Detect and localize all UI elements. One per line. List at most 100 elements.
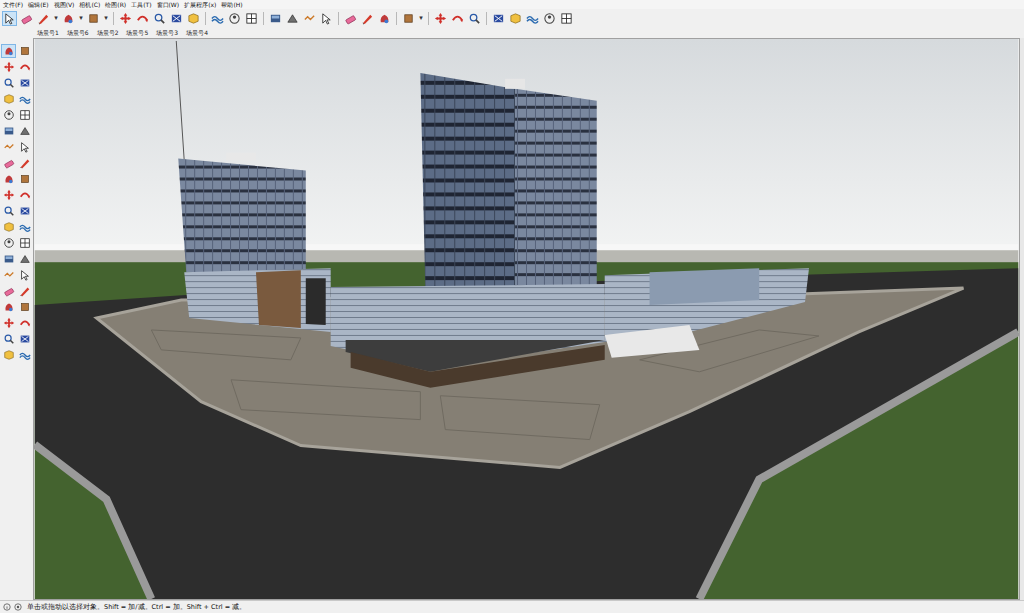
left-tool-button[interactable] — [1, 44, 16, 58]
toolbar-button[interactable] — [118, 11, 133, 26]
toolbar-button[interactable] — [268, 11, 283, 26]
toolbar-button[interactable] — [152, 11, 167, 26]
left-tool-button[interactable] — [1, 140, 16, 154]
model-view[interactable] — [34, 39, 1019, 599]
toolbar-button[interactable] — [491, 11, 506, 26]
toolbar-button[interactable] — [433, 11, 448, 26]
menu-item[interactable]: 文件(F) — [3, 2, 23, 8]
menu-item[interactable]: 视图(V) — [54, 2, 75, 8]
toolbar-button[interactable] — [169, 11, 184, 26]
left-tool-button[interactable] — [1, 300, 16, 314]
toolbar-button[interactable] — [508, 11, 523, 26]
left-tool-button[interactable] — [1, 220, 16, 234]
left-tool-button[interactable] — [1, 172, 16, 186]
left-tool-button[interactable] — [17, 348, 32, 362]
menu-item[interactable]: 帮助(H) — [221, 2, 242, 8]
toolbar-button[interactable] — [285, 11, 300, 26]
credit-icon[interactable] — [14, 603, 22, 611]
left-tool-button[interactable] — [17, 124, 32, 138]
toolbar-button[interactable] — [302, 11, 317, 26]
toolbar-button[interactable] — [210, 11, 225, 26]
toolbar-button[interactable] — [227, 11, 242, 26]
info-icon[interactable] — [3, 603, 11, 611]
toolbar-button[interactable] — [135, 11, 150, 26]
left-tool-button[interactable] — [1, 268, 16, 282]
left-tool-button[interactable] — [17, 252, 32, 266]
viewport[interactable] — [33, 38, 1020, 600]
toolbar-button[interactable] — [36, 11, 51, 26]
left-tool-button[interactable] — [17, 188, 32, 202]
toolbar-button[interactable] — [61, 11, 76, 26]
tool-icon — [3, 173, 15, 185]
left-tool-button[interactable] — [1, 348, 16, 362]
tool-icon — [19, 157, 31, 169]
toolbar-button[interactable] — [542, 11, 557, 26]
toolbar-button[interactable] — [360, 11, 375, 26]
scene-tab[interactable]: 场景号5 — [125, 30, 149, 36]
scene-tab[interactable]: 场景号6 — [66, 30, 90, 36]
scene-tab[interactable]: 场景号2 — [96, 30, 120, 36]
toolbar-button[interactable] — [2, 11, 17, 26]
left-tool-button[interactable] — [17, 204, 32, 218]
left-tool-button[interactable] — [17, 268, 32, 282]
left-tool-button[interactable] — [17, 156, 32, 170]
left-tool-button[interactable] — [1, 332, 16, 346]
left-tool-button[interactable] — [17, 172, 32, 186]
dropdown-arrow[interactable]: ▾ — [418, 15, 424, 22]
menu-item[interactable]: 扩展程序(x) — [184, 2, 216, 8]
left-tool-button[interactable] — [1, 76, 16, 90]
left-tool-button[interactable] — [17, 236, 32, 250]
left-tool-button[interactable] — [17, 300, 32, 314]
left-tool-button[interactable] — [1, 252, 16, 266]
left-tool-button[interactable] — [17, 220, 32, 234]
menu-bar: 文件(F) 编辑(E) 视图(V) 相机(C) 绘图(R) 工具(T) 窗口(W) 扩展程序(… — [0, 0, 1024, 9]
menu-item[interactable]: 相机(C) — [79, 2, 100, 8]
dropdown-arrow[interactable]: ▾ — [53, 15, 59, 22]
menu-item[interactable]: 工具(T) — [131, 2, 151, 8]
left-tool-button[interactable] — [1, 92, 16, 106]
toolbar-button[interactable] — [450, 11, 465, 26]
left-tool-button[interactable] — [17, 76, 32, 90]
left-tool-button[interactable] — [17, 92, 32, 106]
tool-icon — [19, 93, 31, 105]
toolbar-button[interactable] — [467, 11, 482, 26]
toolbar-button[interactable] — [343, 11, 358, 26]
left-tool-button[interactable] — [1, 156, 16, 170]
left-tool-button[interactable] — [1, 60, 16, 74]
toolbar-button[interactable] — [19, 11, 34, 26]
toolbar-button[interactable] — [525, 11, 540, 26]
menu-item[interactable]: 编辑(E) — [28, 2, 48, 8]
left-tool-button[interactable] — [1, 108, 16, 122]
left-tool-button[interactable] — [1, 236, 16, 250]
left-tool-button[interactable] — [1, 284, 16, 298]
toolbar-separator — [263, 12, 264, 25]
left-tool-button[interactable] — [1, 316, 16, 330]
menu-item[interactable]: 绘图(R) — [105, 2, 126, 8]
toolbar-button[interactable] — [186, 11, 201, 26]
toolbar-button[interactable] — [86, 11, 101, 26]
left-tool-button[interactable] — [17, 332, 32, 346]
toolbar-button[interactable] — [401, 11, 416, 26]
left-tool-button[interactable] — [17, 108, 32, 122]
left-tool-button[interactable] — [17, 140, 32, 154]
toolbar-button[interactable] — [319, 11, 334, 26]
left-tool-button[interactable] — [17, 60, 32, 74]
scene-tab[interactable]: 场景号4 — [185, 30, 209, 36]
left-tool-button[interactable] — [17, 316, 32, 330]
dropdown-arrow[interactable]: ▾ — [103, 15, 109, 22]
left-tool-button[interactable] — [1, 204, 16, 218]
menu-item[interactable]: 窗口(W) — [157, 2, 180, 8]
left-tool-button[interactable] — [1, 124, 16, 138]
toolbar-button[interactable] — [377, 11, 392, 26]
dropdown-arrow[interactable]: ▾ — [78, 15, 84, 22]
left-tool-button[interactable] — [17, 44, 32, 58]
left-tool-button[interactable] — [1, 188, 16, 202]
tool-icon — [19, 109, 31, 121]
scene-tab[interactable]: 场景号1 — [36, 30, 60, 36]
toolbar-button[interactable] — [559, 11, 574, 26]
left-tool-button[interactable] — [17, 284, 32, 298]
toolbar-button[interactable] — [244, 11, 259, 26]
scene-tab[interactable]: 场景号3 — [155, 30, 179, 36]
tool-icon — [344, 12, 357, 25]
tool-icon — [211, 12, 224, 25]
